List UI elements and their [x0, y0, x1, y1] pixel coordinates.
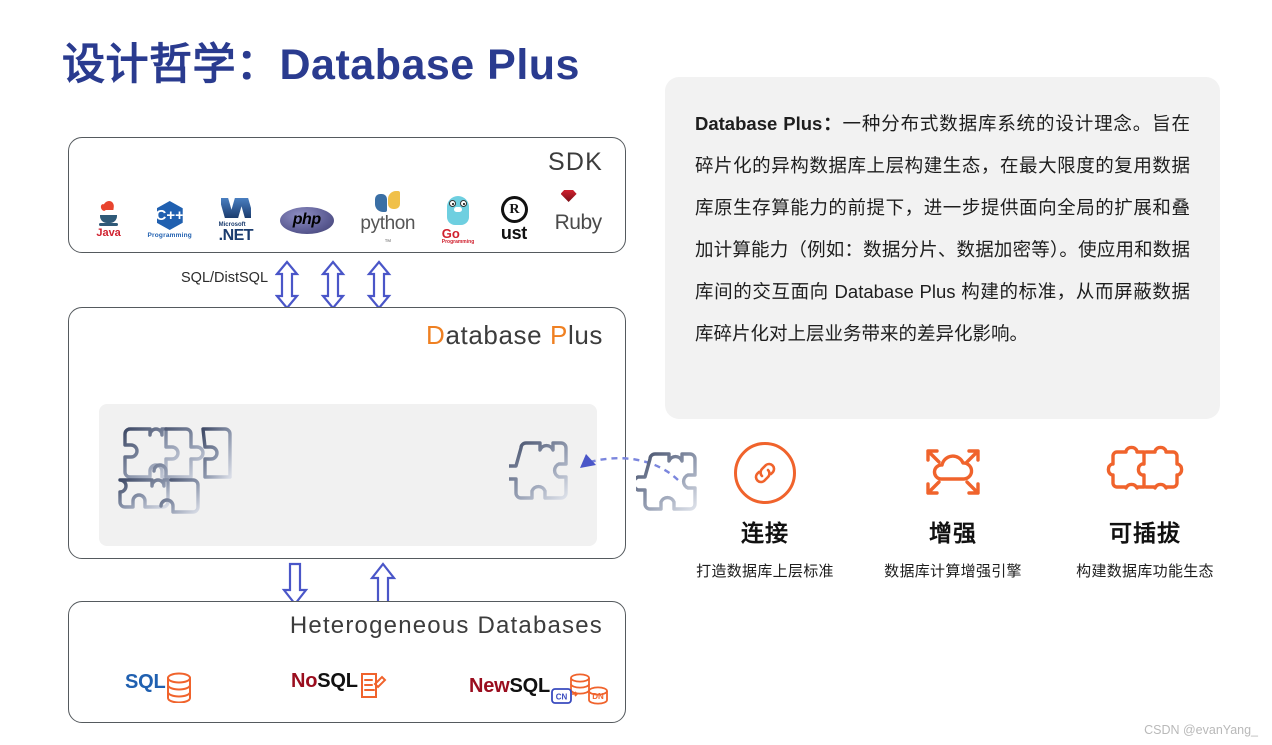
link-icon	[734, 442, 796, 504]
newsql-label: SQL	[509, 674, 551, 697]
pluggable-icon-wrap	[1050, 440, 1240, 506]
arrow-up-icon	[369, 562, 397, 606]
feature-pluggable: 可插拔 构建数据库功能生态	[1050, 440, 1240, 581]
pluggable-label: 可插拔	[1109, 520, 1181, 546]
sql-distsql-label: SQL/DistSQL	[181, 270, 269, 286]
go-sublabel: Programming	[441, 238, 475, 245]
java-logo: Java	[96, 194, 121, 246]
database-plus-panel: Database Plus	[68, 307, 626, 559]
cn-badge-text: CN	[556, 693, 568, 702]
ruby-logo: Ruby	[554, 190, 603, 246]
go-logo: Go Programming	[441, 194, 475, 246]
description-lead: Database Plus：	[695, 113, 843, 134]
python-label: python	[360, 213, 416, 234]
rust-letter: R	[509, 201, 520, 217]
cpp-logo: C++ Programming	[147, 194, 192, 246]
python-snake-icon	[375, 191, 401, 212]
sdk-logo-row: Java C++ Programming Microsoft .NET php …	[83, 190, 615, 246]
enhance-label: 增强	[929, 520, 977, 546]
go-label: Go	[441, 225, 460, 241]
cylinder-stack-icon	[166, 672, 191, 703]
ruby-gem-icon	[560, 190, 577, 202]
rust-gear-icon: R	[500, 196, 528, 223]
java-cup-icon	[99, 201, 119, 227]
cpp-hexagon-icon: C++	[155, 201, 184, 230]
description-card: Database Plus：一种分布式数据库系统的设计理念。旨在碎片化的异构数据…	[665, 77, 1220, 419]
newsql-prefix: New	[469, 674, 510, 697]
enhance-icon-wrap	[858, 440, 1048, 506]
chain-link-glyph	[754, 462, 776, 484]
feature-connect: 连接 打造数据库上层标准	[670, 440, 860, 581]
description-body: 一种分布式数据库系统的设计理念。旨在碎片化的异构数据库上层构建生态，在最大限度的…	[695, 113, 1190, 344]
php-logo: php	[279, 194, 334, 246]
php-ellipse-icon: php	[279, 206, 334, 234]
rust-label: ust	[500, 223, 527, 243]
connect-caption: 打造数据库上层标准	[696, 563, 834, 580]
ruby-label: Ruby	[554, 211, 603, 234]
cloud-expand-icon	[926, 449, 980, 495]
feature-enhance: 增强 数据库计算增强引擎	[858, 440, 1048, 581]
dbp-p: P	[550, 320, 568, 350]
cn-dn-cluster-icon: CN DN	[551, 673, 608, 705]
dotnet-logo: Microsoft .NET	[218, 194, 254, 246]
python-tm: ™	[384, 239, 392, 246]
dbp-d: D	[426, 320, 446, 350]
sql-label: SQL	[125, 670, 166, 693]
rust-logo: R ust	[501, 194, 528, 246]
hetero-panel-label: Heterogeneous Databases	[289, 612, 603, 639]
newsql-db: New SQL CN DN	[469, 661, 612, 711]
connect-label: 连接	[741, 520, 789, 546]
sdk-panel-label: SDK	[547, 148, 603, 176]
database-plus-label: Database Plus	[426, 320, 603, 351]
slide-root: 设计哲学：Database Plus SDK Java C++ Programm…	[0, 0, 1272, 745]
go-gopher-icon	[447, 195, 469, 225]
java-label: Java	[96, 227, 121, 239]
dotnet-swoosh-icon	[220, 196, 251, 220]
dotnet-label: .NET	[218, 227, 254, 244]
double-arrow-icon	[366, 260, 392, 310]
description-text: Database Plus：一种分布式数据库系统的设计理念。旨在碎片化的异构数据…	[695, 103, 1190, 355]
sdk-panel: SDK Java C++ Programming Microsoft .NET …	[68, 137, 626, 253]
puzzle-pair-icon	[1106, 445, 1184, 490]
watermark: CSDN @evanYang_	[1144, 723, 1258, 737]
dbp-atabase: atabase	[445, 320, 550, 350]
cpp-label: Programming	[147, 232, 192, 239]
arrow-down-icon	[281, 562, 309, 606]
heterogeneous-databases-panel: Heterogeneous Databases SQL No SQL New S…	[68, 601, 626, 723]
nosql-prefix: No	[291, 670, 318, 692]
python-logo: python ™	[360, 191, 416, 246]
connect-icon-wrap	[670, 440, 860, 506]
note-edit-icon	[360, 673, 387, 698]
pluggable-caption: 构建数据库功能生态	[1076, 563, 1214, 580]
enhance-caption: 数据库计算增强引擎	[884, 563, 1022, 580]
cpp-symbol: C++	[155, 207, 184, 224]
dbp-lus: lus	[567, 320, 603, 350]
puzzle-canvas	[99, 404, 597, 546]
php-label: php	[292, 211, 322, 228]
dn-badge-text: DN	[592, 692, 604, 701]
page-title: 设计哲学：Database Plus	[62, 41, 580, 89]
sql-arrows-group	[275, 260, 392, 310]
database-types-row: SQL No SQL New SQL CN DN	[69, 657, 625, 713]
double-arrow-icon	[320, 260, 346, 310]
nosql-db: No SQL	[291, 661, 387, 702]
puzzle-cluster-icon	[118, 427, 232, 514]
sql-db: SQL	[125, 661, 194, 703]
double-arrow-icon	[275, 260, 300, 310]
nosql-label: SQL	[317, 670, 358, 692]
